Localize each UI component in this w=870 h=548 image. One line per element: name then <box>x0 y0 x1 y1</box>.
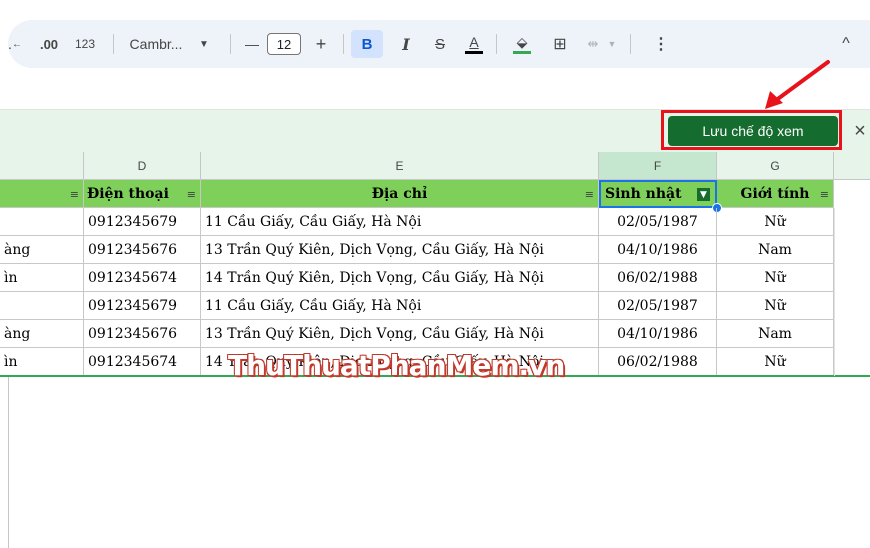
italic-button[interactable]: I <box>393 20 419 68</box>
chevron-down-icon[interactable]: ▼ <box>197 20 211 68</box>
collapse-toolbar-icon[interactable]: ^ <box>834 20 858 68</box>
increase-font-size-button[interactable]: + <box>311 20 331 68</box>
table-cell[interactable]: àng <box>0 320 84 348</box>
header-label: Giới tính <box>740 185 810 202</box>
table-cell[interactable]: 0912345679 <box>84 208 201 236</box>
table-cell[interactable]: ìn <box>0 348 84 376</box>
font-family-select[interactable]: Cambr... <box>125 20 187 68</box>
table-cell[interactable]: 0912345679 <box>84 292 201 320</box>
header-cell-address[interactable]: Địa chỉ ≡ <box>201 180 599 208</box>
table-cell[interactable]: 02/05/1987 <box>599 292 717 320</box>
text-color-button[interactable]: A <box>461 20 487 68</box>
filter-icon[interactable]: ≡ <box>820 188 829 201</box>
toolbar-divider <box>230 34 231 54</box>
filter-active-icon[interactable]: ▼ <box>697 188 710 201</box>
column-header-f[interactable]: F <box>599 152 717 179</box>
number-format-button[interactable]: 123 <box>72 20 98 68</box>
table-cell[interactable]: Nam <box>717 236 834 264</box>
table-cell[interactable]: 0912345674 <box>84 264 201 292</box>
chevron-down-icon[interactable]: ▼ <box>606 20 618 68</box>
toolbar: . ← .00 123 Cambr... ▼ — + I S A ⬙ ⊞ ⇹ ▼ … <box>8 20 870 68</box>
table-cell[interactable]: 13 Trần Quý Kiên, Dịch Vọng, Cầu Giấy, H… <box>201 236 599 264</box>
table-cell[interactable]: Nữ <box>717 348 834 376</box>
table-cell[interactable]: Nam <box>717 320 834 348</box>
column-header-e[interactable]: E <box>201 152 599 179</box>
column-header-d[interactable]: D <box>84 152 201 179</box>
table-cell[interactable]: 0912345674 <box>84 348 201 376</box>
grid-line <box>8 377 9 548</box>
header-cell-phone[interactable]: Điện thoại ≡ <box>84 180 201 208</box>
header-label: Địa chỉ <box>371 185 428 202</box>
table-cell[interactable]: 14 Trần Quý Kiên, Dịch Vọng, Cầu Giấy, H… <box>201 264 599 292</box>
filter-icon[interactable]: ≡ <box>187 188 196 201</box>
watermark-logo: ThuThuatPhanMem.vn <box>228 349 565 382</box>
table-cell[interactable]: 0912345676 <box>84 320 201 348</box>
formula-bar[interactable] <box>0 76 870 110</box>
header-label: Điện thoại <box>87 185 169 202</box>
table-cell[interactable]: 11 Cầu Giấy, Cầu Giấy, Hà Nội <box>201 208 599 236</box>
table-cell[interactable]: 06/02/1988 <box>599 264 717 292</box>
text-color-swatch <box>465 50 483 54</box>
table-cell[interactable]: 13 Trần Quý Kiên, Dịch Vọng, Cầu Giấy, H… <box>201 320 599 348</box>
merge-cells-icon[interactable]: ⇹ <box>582 20 604 68</box>
table-cell[interactable]: 04/10/1986 <box>599 320 717 348</box>
increase-decimal-button[interactable]: .00 <box>34 20 64 68</box>
grid-line <box>834 208 835 376</box>
table-cell[interactable] <box>0 208 84 236</box>
toolbar-divider <box>343 34 344 54</box>
table-cell[interactable]: 0912345676 <box>84 236 201 264</box>
filter-icon[interactable]: ≡ <box>585 188 594 201</box>
decrease-font-size-button[interactable]: — <box>242 20 262 68</box>
table-cell[interactable]: 11 Cầu Giấy, Cầu Giấy, Hà Nội <box>201 292 599 320</box>
column-header-c[interactable] <box>0 152 84 179</box>
filter-icon[interactable]: ≡ <box>70 188 79 201</box>
table-cell[interactable]: àng <box>0 236 84 264</box>
toolbar-divider <box>496 34 497 54</box>
close-icon[interactable]: × <box>850 118 870 144</box>
table-cell[interactable]: 02/05/1987 <box>599 208 717 236</box>
table-cell[interactable]: ìn <box>0 264 84 292</box>
table-cell[interactable]: Nữ <box>717 264 834 292</box>
bold-button[interactable]: B <box>351 30 383 58</box>
header-cell-gender[interactable]: Giới tính ≡ <box>717 180 834 208</box>
table-cell[interactable]: 06/02/1988 <box>599 348 717 376</box>
column-header-g[interactable]: G <box>717 152 834 179</box>
toolbar-divider <box>113 34 114 54</box>
annotation-arrow-icon <box>765 60 830 109</box>
header-cell-c[interactable]: ≡ <box>0 180 84 208</box>
strikethrough-button[interactable]: S <box>427 20 453 68</box>
toolbar-divider <box>630 34 631 54</box>
table-cell[interactable] <box>0 292 84 320</box>
table-cell[interactable]: 04/10/1986 <box>599 236 717 264</box>
borders-icon[interactable]: ⊞ <box>548 20 572 68</box>
header-label: Sinh nhật <box>605 186 682 202</box>
header-cell-birthday[interactable]: Sinh nhật ▼ <box>599 180 717 208</box>
more-options-icon[interactable]: ⋮ <box>653 20 669 68</box>
decrease-decimal-icon[interactable]: . ← <box>8 20 22 68</box>
highlight-box <box>661 110 842 150</box>
table-cell[interactable]: Nữ <box>717 292 834 320</box>
text-color-label: A <box>469 33 479 50</box>
fill-color-icon[interactable]: ⬙ <box>508 20 536 68</box>
table-cell[interactable]: Nữ <box>717 208 834 236</box>
font-size-input[interactable]: 12 <box>267 33 301 55</box>
